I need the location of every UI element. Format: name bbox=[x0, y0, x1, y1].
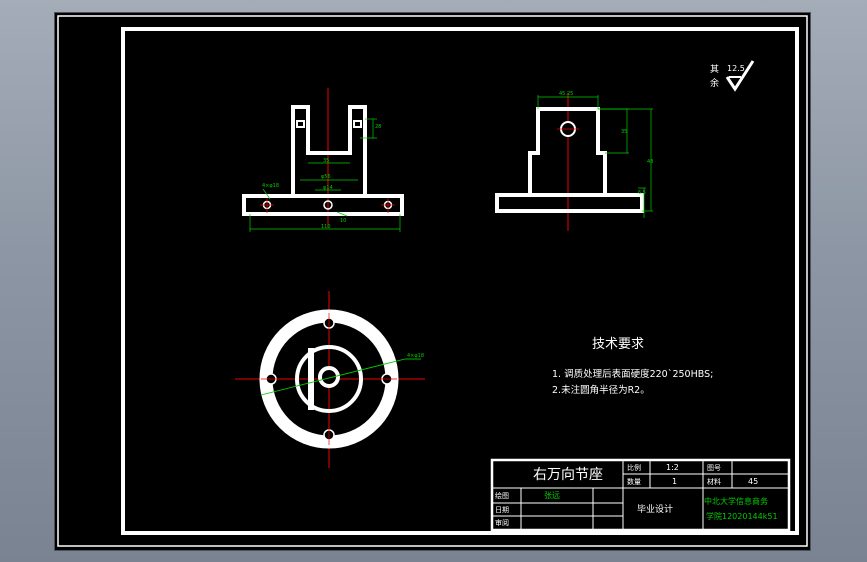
dim-upper-diameter: φ56 bbox=[321, 174, 331, 180]
tech-req-item-2: 2.未注圆角半径为R2。 bbox=[552, 384, 650, 396]
quantity-value: 1 bbox=[672, 477, 677, 486]
dim-overall-height: 48 bbox=[647, 159, 653, 165]
roughness-symbol: 其 余 12.5 bbox=[710, 60, 755, 92]
date-label: 日期 bbox=[495, 506, 509, 514]
scale-value: 1:2 bbox=[666, 463, 679, 472]
drawing-no-label: 图号 bbox=[707, 464, 721, 472]
dim-hole-spec: 4×φ18 bbox=[262, 183, 279, 189]
dim-overall-width: 110 bbox=[321, 224, 331, 230]
dim-mid-height: 35 bbox=[621, 129, 627, 135]
drawing-sheet: 其 余 12.5 35 φ56 φ14 4×φ18 110 28 10 45.2… bbox=[57, 15, 808, 547]
quantity-label: 数量 bbox=[627, 477, 641, 486]
side-view: 45.25 35 48 6.5 bbox=[495, 91, 653, 231]
school-line-2: 学院12020144k51 bbox=[706, 511, 778, 521]
dim-height-a: 28 bbox=[375, 124, 381, 130]
roughness-label-bottom: 余 bbox=[710, 77, 719, 89]
dim-slot-width: 35 bbox=[323, 158, 329, 164]
checker-label: 审阅 bbox=[495, 518, 509, 527]
designer-label: 绘图 bbox=[495, 491, 509, 500]
material-label: 材料 bbox=[707, 477, 721, 486]
title-block: 右万向节座 比例 1:2 图号 数量 1 材料 45 绘图 张远 日期 审阅 毕… bbox=[490, 458, 791, 532]
school-line-1: 中北大学信息商务 bbox=[704, 496, 768, 506]
technical-requirements: 技术要求 1. 调质处理后表面硬度220`250HBS; 2.未注圆角半径为R2… bbox=[552, 337, 713, 396]
outer-border bbox=[57, 15, 808, 547]
tech-req-item-1: 1. 调质处理后表面硬度220`250HBS; bbox=[552, 368, 713, 380]
front-view: 35 φ56 φ14 4×φ18 110 28 10 bbox=[242, 88, 404, 232]
material-value: 45 bbox=[748, 477, 758, 486]
part-name: 右万向节座 bbox=[533, 467, 603, 483]
tech-req-title: 技术要求 bbox=[592, 337, 644, 352]
scale-label: 比例 bbox=[627, 463, 641, 472]
roughness-label-top: 其 bbox=[710, 64, 719, 75]
top-view: 4×φ18 bbox=[235, 291, 425, 468]
dim-hole-callout: 4×φ18 bbox=[407, 353, 424, 359]
dim-thickness: 10 bbox=[340, 218, 346, 224]
cad-viewport[interactable]: 其 余 12.5 35 φ56 φ14 4×φ18 110 28 10 45.2… bbox=[55, 13, 810, 550]
project-name: 毕业设计 bbox=[637, 503, 673, 515]
roughness-value: 12.5 bbox=[727, 64, 745, 73]
inner-border bbox=[121, 27, 799, 535]
dim-center-bore: φ14 bbox=[323, 185, 333, 191]
designer-name: 张远 bbox=[544, 491, 560, 500]
dim-top-width: 45.25 bbox=[559, 91, 573, 97]
dim-base-thick: 6.5 bbox=[638, 190, 646, 196]
